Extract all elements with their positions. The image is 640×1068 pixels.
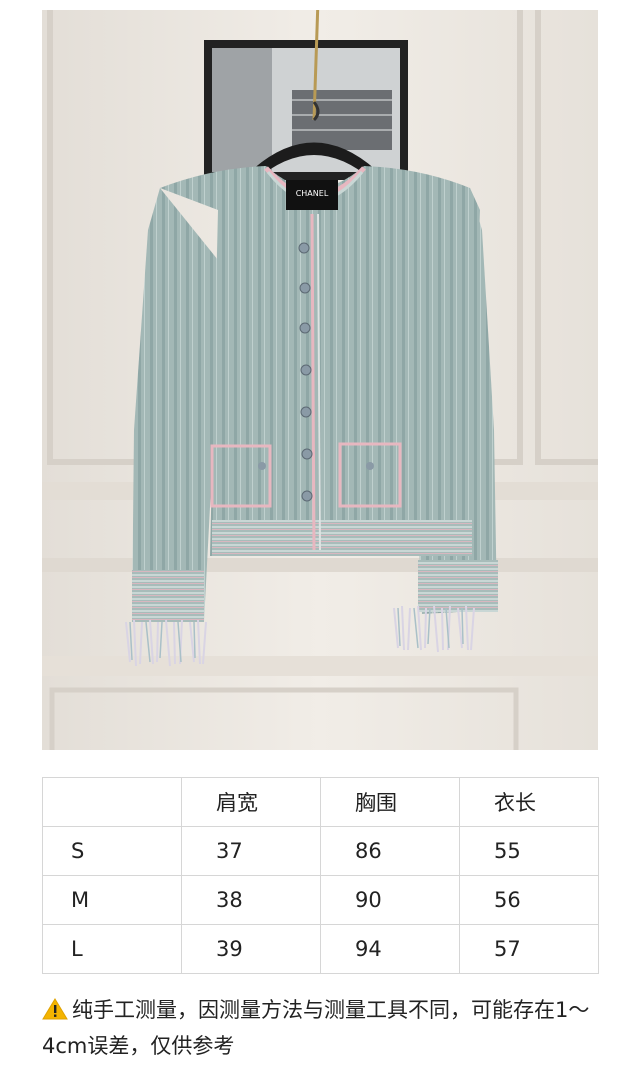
table-cell: L	[42, 924, 182, 974]
table-row: M 38 90 56	[42, 875, 599, 925]
table-header-cell: 衣长	[459, 777, 599, 827]
cardigan-illustration: CHANEL	[42, 10, 598, 750]
table-header-cell	[42, 777, 182, 827]
table-header-row: 肩宽 胸围 衣长	[42, 777, 599, 827]
table-row: L 39 94 57	[42, 924, 599, 974]
table-cell: S	[42, 826, 182, 876]
brand-label: CHANEL	[296, 189, 329, 198]
table-cell: 38	[181, 875, 321, 925]
table-cell: 39	[181, 924, 321, 974]
table-cell: 57	[459, 924, 599, 974]
table-cell: 37	[181, 826, 321, 876]
warning-icon	[42, 998, 68, 1020]
table-cell: 55	[459, 826, 599, 876]
table-cell: M	[42, 875, 182, 925]
product-photo: CHANEL	[42, 10, 598, 750]
table-row: S 37 86 55	[42, 826, 599, 876]
table-cell: 86	[320, 826, 460, 876]
table-cell: 94	[320, 924, 460, 974]
size-table: 肩宽 胸围 衣长 S 37 86 55 M 38 90 56 L 39 94 5…	[42, 777, 599, 974]
table-cell: 90	[320, 875, 460, 925]
note-text: 纯手工测量，因测量方法与测量工具不同，可能存在1～4cm误差，仅供参考	[42, 998, 590, 1058]
table-header-cell: 胸围	[320, 777, 460, 827]
table-cell: 56	[459, 875, 599, 925]
table-header-cell: 肩宽	[181, 777, 321, 827]
measurement-note: 纯手工测量，因测量方法与测量工具不同，可能存在1～4cm误差，仅供参考	[42, 992, 602, 1064]
